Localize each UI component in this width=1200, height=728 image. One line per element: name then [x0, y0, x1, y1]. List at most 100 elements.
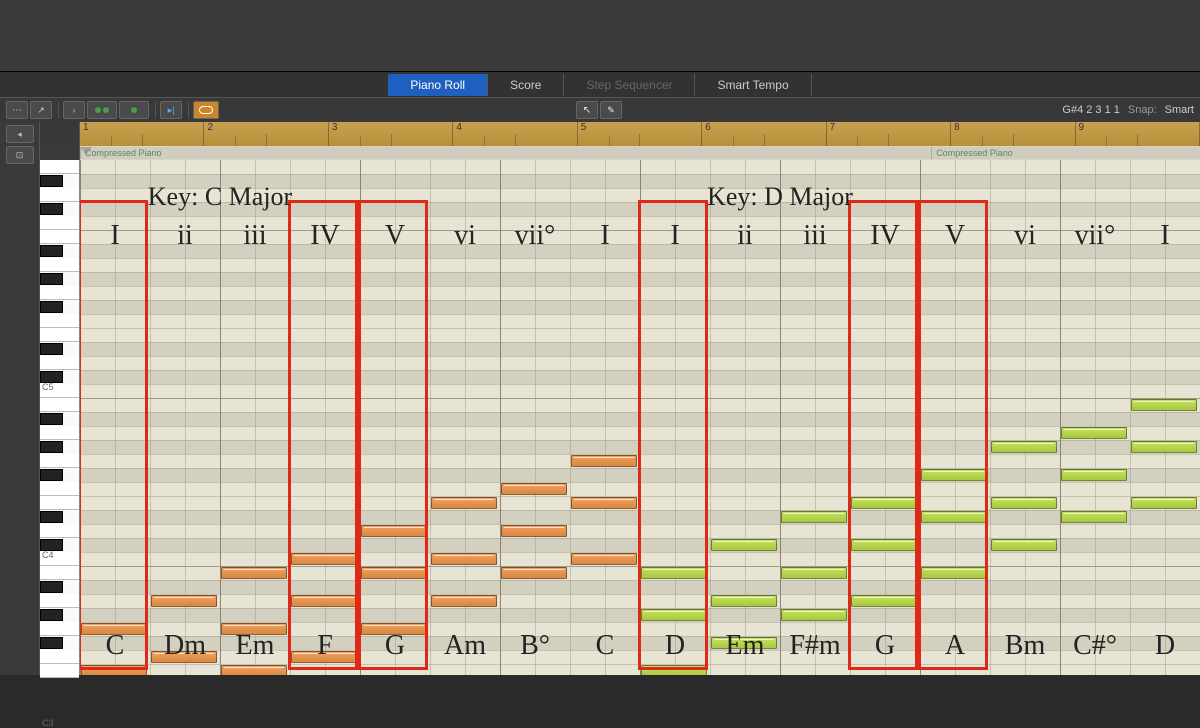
piano-white-key[interactable]	[40, 356, 79, 370]
midi-note[interactable]	[501, 525, 567, 537]
midi-note[interactable]	[361, 567, 427, 579]
ruler-bar[interactable]: 9	[1076, 122, 1200, 146]
ruler-bar[interactable]: 3	[329, 122, 453, 146]
midi-note[interactable]	[1131, 441, 1197, 453]
midi-note[interactable]	[1131, 399, 1197, 411]
midi-note[interactable]	[571, 553, 637, 565]
piano-white-key[interactable]	[40, 454, 79, 468]
region-lane[interactable]: Compressed Piano Compressed Piano	[80, 146, 1200, 160]
piano-black-key[interactable]	[40, 413, 63, 425]
midi-note[interactable]	[991, 441, 1057, 453]
midi-note[interactable]	[641, 567, 707, 579]
piano-white-key[interactable]	[40, 328, 79, 342]
piano-black-key[interactable]	[40, 469, 63, 481]
piano-white-key[interactable]	[40, 664, 79, 678]
piano-white-key[interactable]	[40, 482, 79, 496]
ruler-bar[interactable]: 4	[453, 122, 577, 146]
midi-region-1[interactable]: Compressed Piano	[80, 147, 931, 159]
piano-white-key[interactable]	[40, 230, 79, 244]
piano-white-key[interactable]	[40, 426, 79, 440]
midi-note[interactable]	[221, 623, 287, 635]
note-grid[interactable]: Key: C MajorKey: D MajorIiiiiiIVVvivii°I…	[80, 160, 1200, 675]
midi-note[interactable]	[641, 609, 707, 621]
piano-white-key[interactable]	[40, 188, 79, 202]
piano-keyboard[interactable]: C3C4C5	[40, 160, 80, 675]
piano-black-key[interactable]	[40, 301, 63, 313]
midi-note[interactable]	[501, 483, 567, 495]
piano-white-key[interactable]	[40, 314, 79, 328]
piano-white-key[interactable]	[40, 258, 79, 272]
midi-note[interactable]	[361, 525, 427, 537]
piano-black-key[interactable]	[40, 581, 63, 593]
midi-region-2[interactable]: Compressed Piano	[931, 147, 1200, 159]
midi-note[interactable]	[1061, 469, 1127, 481]
piano-white-key[interactable]	[40, 496, 79, 510]
midi-note[interactable]	[291, 595, 357, 607]
midi-note[interactable]	[291, 553, 357, 565]
collapse-button[interactable]: ◂	[6, 125, 34, 143]
tab-smart-tempo[interactable]: Smart Tempo	[695, 74, 811, 96]
midi-note[interactable]	[501, 567, 567, 579]
expand-button[interactable]: ↗	[30, 101, 52, 119]
midi-note[interactable]	[921, 567, 987, 579]
midi-note[interactable]	[711, 595, 777, 607]
ruler-bar[interactable]: 7	[827, 122, 951, 146]
piano-white-key[interactable]	[40, 566, 79, 580]
midi-note[interactable]	[711, 539, 777, 551]
piano-white-key[interactable]	[40, 398, 79, 412]
info-button[interactable]: ⊡	[6, 146, 34, 164]
tab-piano-roll[interactable]: Piano Roll	[388, 74, 488, 96]
pointer-tool[interactable]: ↖	[576, 101, 598, 119]
ruler-bar[interactable]: 1	[80, 122, 204, 146]
midi-note[interactable]	[1061, 511, 1127, 523]
link-button[interactable]	[193, 101, 219, 119]
ruler-bar[interactable]: 2	[204, 122, 328, 146]
tab-score[interactable]: Score	[488, 74, 564, 96]
piano-black-key[interactable]	[40, 245, 63, 257]
midi-note[interactable]	[711, 637, 777, 649]
piano-white-key[interactable]	[40, 286, 79, 300]
midi-note[interactable]	[431, 595, 497, 607]
midi-note[interactable]	[361, 623, 427, 635]
catch-button[interactable]: ▸|	[160, 101, 182, 119]
piano-white-key[interactable]	[40, 160, 79, 174]
midi-note[interactable]	[291, 651, 357, 663]
midi-note[interactable]	[991, 539, 1057, 551]
midi-note[interactable]	[81, 623, 147, 635]
piano-black-key[interactable]	[40, 343, 63, 355]
piano-white-key[interactable]	[40, 622, 79, 636]
ruler-bar[interactable]: 8	[951, 122, 1075, 146]
view-menu-button[interactable]: ⋯	[6, 101, 28, 119]
midi-note[interactable]	[851, 595, 917, 607]
midi-note[interactable]	[851, 539, 917, 551]
midi-note[interactable]	[991, 497, 1057, 509]
snap-value[interactable]: Smart	[1165, 104, 1194, 116]
midi-note[interactable]	[431, 553, 497, 565]
midi-note[interactable]	[151, 595, 217, 607]
timeline-ruler[interactable]: 123456789	[80, 122, 1200, 146]
midi-note[interactable]	[1131, 497, 1197, 509]
midi-note[interactable]	[921, 511, 987, 523]
piano-white-key[interactable]	[40, 594, 79, 608]
piano-white-key[interactable]	[40, 524, 79, 538]
pencil-tool[interactable]: ✎	[600, 101, 622, 119]
midi-note[interactable]	[571, 455, 637, 467]
piano-black-key[interactable]	[40, 609, 63, 621]
ruler-bar[interactable]: 6	[702, 122, 826, 146]
piano-white-key[interactable]	[40, 650, 79, 664]
midi-note[interactable]	[921, 469, 987, 481]
midi-note[interactable]	[781, 567, 847, 579]
piano-black-key[interactable]	[40, 203, 63, 215]
midi-note[interactable]	[81, 665, 147, 675]
midi-activity-button[interactable]	[87, 101, 117, 119]
midi-note[interactable]	[851, 497, 917, 509]
midi-note[interactable]	[221, 665, 287, 675]
midi-note[interactable]	[1061, 427, 1127, 439]
midi-note[interactable]	[781, 609, 847, 621]
midi-out-button[interactable]	[119, 101, 149, 119]
piano-black-key[interactable]	[40, 175, 63, 187]
midi-note[interactable]	[641, 665, 707, 675]
piano-black-key[interactable]	[40, 441, 63, 453]
midi-note[interactable]	[431, 497, 497, 509]
midi-note[interactable]	[571, 497, 637, 509]
